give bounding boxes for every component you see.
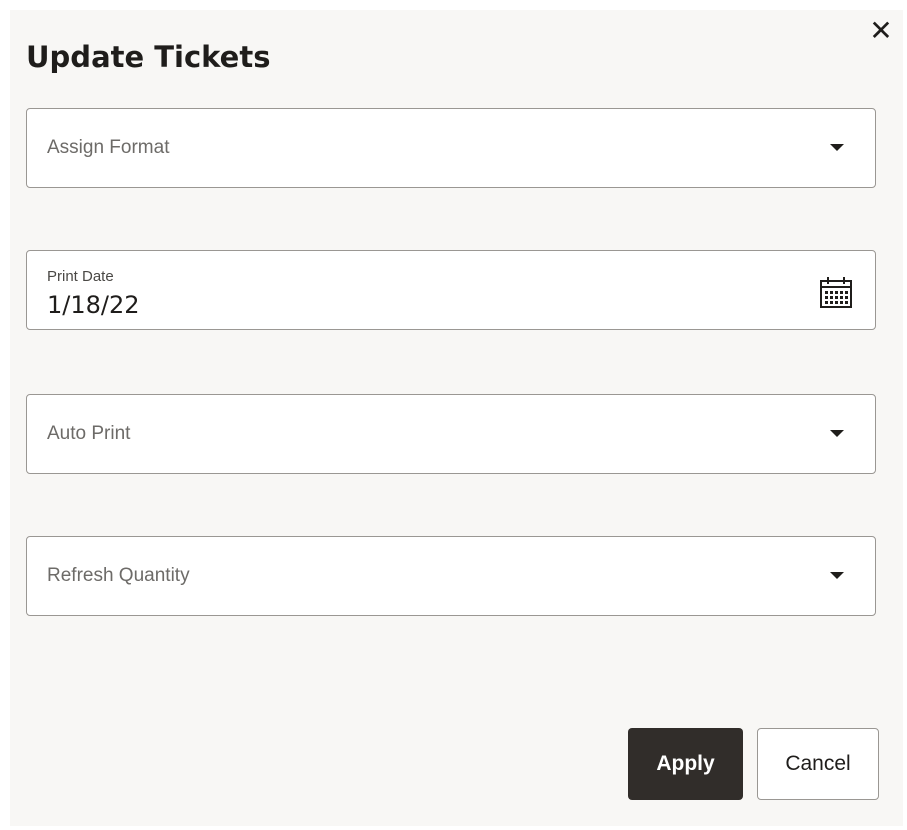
refresh-quantity-placeholder: Refresh Quantity xyxy=(47,565,190,586)
cancel-button[interactable]: Cancel xyxy=(757,728,879,800)
chevron-down-icon xyxy=(830,430,844,437)
refresh-quantity-select[interactable]: Refresh Quantity xyxy=(26,536,876,616)
calendar-icon[interactable] xyxy=(819,275,853,309)
apply-button[interactable]: Apply xyxy=(628,728,743,800)
assign-format-placeholder: Assign Format xyxy=(47,137,170,158)
update-tickets-dialog: Update Tickets ✕ Assign Format Print Dat… xyxy=(10,10,903,826)
auto-print-placeholder: Auto Print xyxy=(47,423,131,444)
chevron-down-icon xyxy=(830,144,844,151)
auto-print-select[interactable]: Auto Print xyxy=(26,394,876,474)
assign-format-select[interactable]: Assign Format xyxy=(26,108,876,188)
chevron-down-icon xyxy=(830,572,844,579)
print-date-label: Print Date xyxy=(47,268,114,285)
print-date-value: 1/18/22 xyxy=(47,291,140,319)
close-icon[interactable]: ✕ xyxy=(866,16,896,46)
print-date-field[interactable]: Print Date 1/18/22 xyxy=(26,250,876,330)
dialog-title: Update Tickets xyxy=(26,40,271,74)
